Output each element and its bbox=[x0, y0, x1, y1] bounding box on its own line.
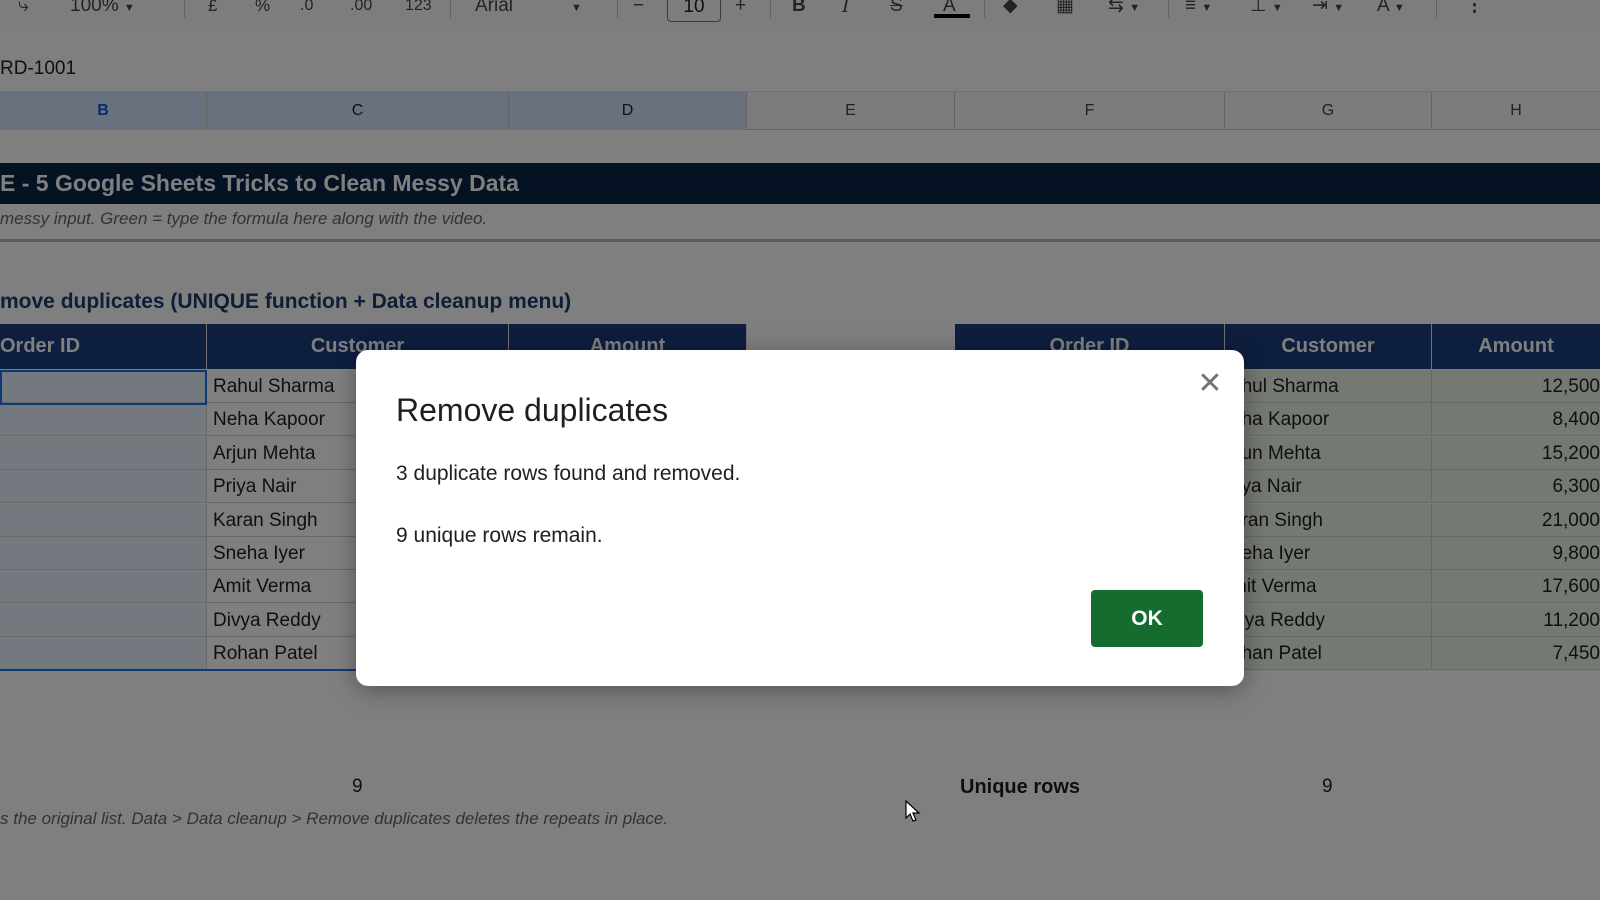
ok-button[interactable]: OK bbox=[1091, 590, 1203, 647]
dialog-title: Remove duplicates bbox=[396, 392, 669, 428]
mouse-cursor-icon bbox=[905, 800, 921, 822]
close-icon[interactable]: ✕ bbox=[1194, 368, 1226, 400]
dialog-message-duplicates: 3 duplicate rows found and removed. bbox=[396, 462, 741, 485]
dialog-message-remaining: 9 unique rows remain. bbox=[396, 524, 603, 547]
remove-duplicates-dialog: Remove duplicates ✕ 3 duplicate rows fou… bbox=[356, 350, 1244, 686]
